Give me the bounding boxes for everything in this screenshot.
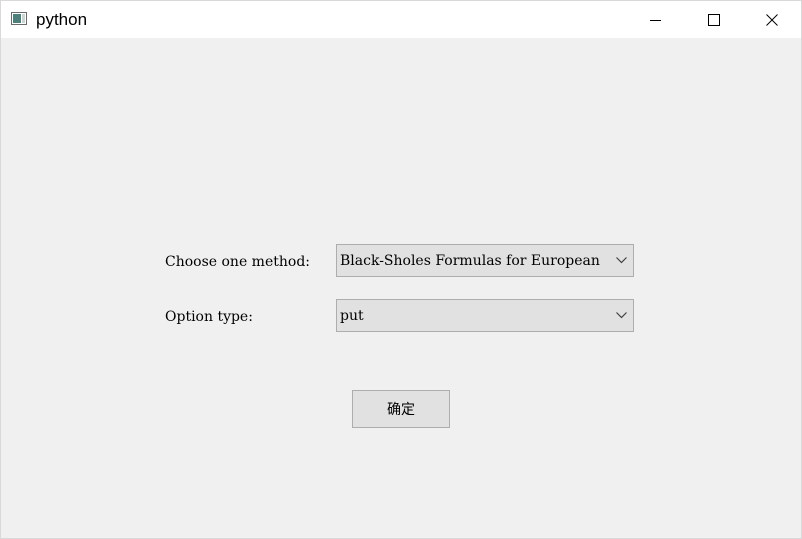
chevron-down-icon (616, 257, 627, 264)
title-bar[interactable]: python (1, 1, 801, 38)
minimize-icon (650, 19, 661, 21)
window-title: python (36, 10, 88, 29)
option-type-selected-value: put (340, 308, 364, 324)
minimize-button[interactable] (627, 1, 685, 38)
method-label: Choose one method: (165, 254, 310, 270)
option-type-label: Option type: (165, 309, 253, 325)
maximize-icon (708, 13, 720, 26)
close-button[interactable] (743, 1, 801, 38)
python-window-icon (11, 12, 27, 25)
maximize-button[interactable] (685, 1, 743, 38)
client-area: Choose one method: Black-Sholes Formulas… (1, 38, 801, 538)
method-selected-value: Black-Sholes Formulas for European (340, 253, 600, 269)
option-type-combobox[interactable]: put (336, 299, 634, 332)
app-window: python Choose one method: Black-Sholes F… (0, 0, 802, 539)
chevron-down-icon (616, 312, 627, 319)
confirm-button[interactable]: 确定 (352, 390, 450, 428)
close-icon (766, 13, 778, 26)
method-combobox[interactable]: Black-Sholes Formulas for European (336, 244, 634, 277)
